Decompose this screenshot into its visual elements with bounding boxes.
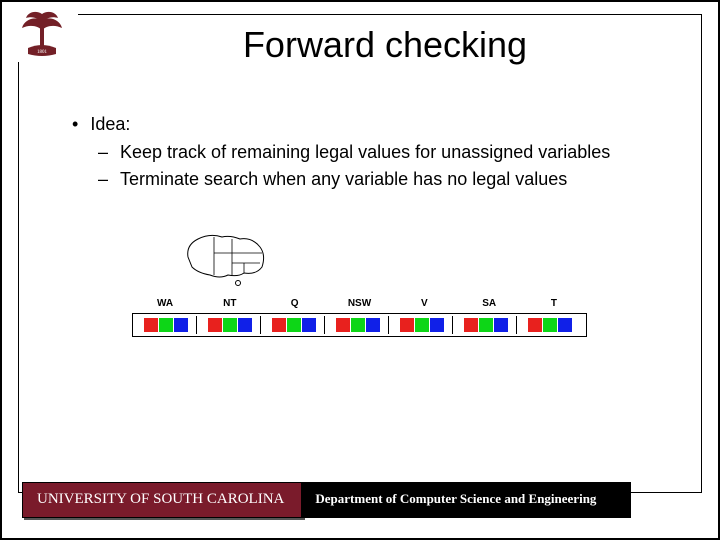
content-area: • Idea: – Keep track of remaining legal … bbox=[72, 112, 668, 193]
domain-WA bbox=[135, 316, 197, 334]
color-green bbox=[351, 318, 365, 332]
slide-title: Forward checking bbox=[82, 24, 688, 66]
domain-T bbox=[519, 316, 581, 334]
color-red bbox=[528, 318, 542, 332]
footer: UNIVERSITY OF SOUTH CAROLINA Department … bbox=[22, 482, 631, 518]
region-label: V bbox=[393, 298, 455, 309]
color-blue bbox=[366, 318, 380, 332]
color-green bbox=[415, 318, 429, 332]
domain-V bbox=[391, 316, 453, 334]
sub-bullet-text: Keep track of remaining legal values for… bbox=[120, 140, 610, 164]
bullet-marker: • bbox=[72, 112, 78, 136]
slide: 1801 Forward checking • Idea: – Keep tra… bbox=[0, 0, 720, 540]
region-labels-row: WA NT Q NSW V SA T bbox=[132, 298, 587, 309]
region-label: NSW bbox=[328, 298, 390, 309]
footer-department: Department of Computer Science and Engin… bbox=[301, 482, 631, 518]
color-blue bbox=[238, 318, 252, 332]
sub-bullet-2: – Terminate search when any variable has… bbox=[98, 167, 668, 191]
dash-marker: – bbox=[98, 140, 108, 164]
color-blue bbox=[494, 318, 508, 332]
color-blue bbox=[302, 318, 316, 332]
color-red bbox=[144, 318, 158, 332]
domain-Q bbox=[263, 316, 325, 334]
bullet-idea: • Idea: bbox=[72, 112, 668, 136]
color-blue bbox=[558, 318, 572, 332]
forward-checking-figure: WA NT Q NSW V SA T bbox=[132, 227, 587, 337]
domain-NSW bbox=[327, 316, 389, 334]
dash-marker: – bbox=[98, 167, 108, 191]
color-blue bbox=[430, 318, 444, 332]
university-logo: 1801 bbox=[6, 6, 78, 62]
domain-SA bbox=[455, 316, 517, 334]
australia-map-icon bbox=[180, 227, 587, 292]
color-green bbox=[223, 318, 237, 332]
color-green bbox=[479, 318, 493, 332]
footer-university: UNIVERSITY OF SOUTH CAROLINA bbox=[22, 482, 303, 518]
color-red bbox=[272, 318, 286, 332]
color-green bbox=[159, 318, 173, 332]
region-label: NT bbox=[199, 298, 261, 309]
color-green bbox=[287, 318, 301, 332]
palmetto-tree-icon: 1801 bbox=[18, 8, 66, 60]
color-blue bbox=[174, 318, 188, 332]
bullet-text: Idea: bbox=[90, 112, 130, 136]
region-label: SA bbox=[458, 298, 520, 309]
region-label: Q bbox=[264, 298, 326, 309]
domain-cells-row bbox=[132, 313, 587, 337]
svg-text:1801: 1801 bbox=[37, 50, 48, 55]
region-label: WA bbox=[134, 298, 196, 309]
region-label: T bbox=[523, 298, 585, 309]
color-red bbox=[400, 318, 414, 332]
sub-bullet-1: – Keep track of remaining legal values f… bbox=[98, 140, 668, 164]
domain-NT bbox=[199, 316, 261, 334]
sub-bullet-text: Terminate search when any variable has n… bbox=[120, 167, 567, 191]
color-red bbox=[208, 318, 222, 332]
color-red bbox=[336, 318, 350, 332]
color-green bbox=[543, 318, 557, 332]
color-red bbox=[464, 318, 478, 332]
